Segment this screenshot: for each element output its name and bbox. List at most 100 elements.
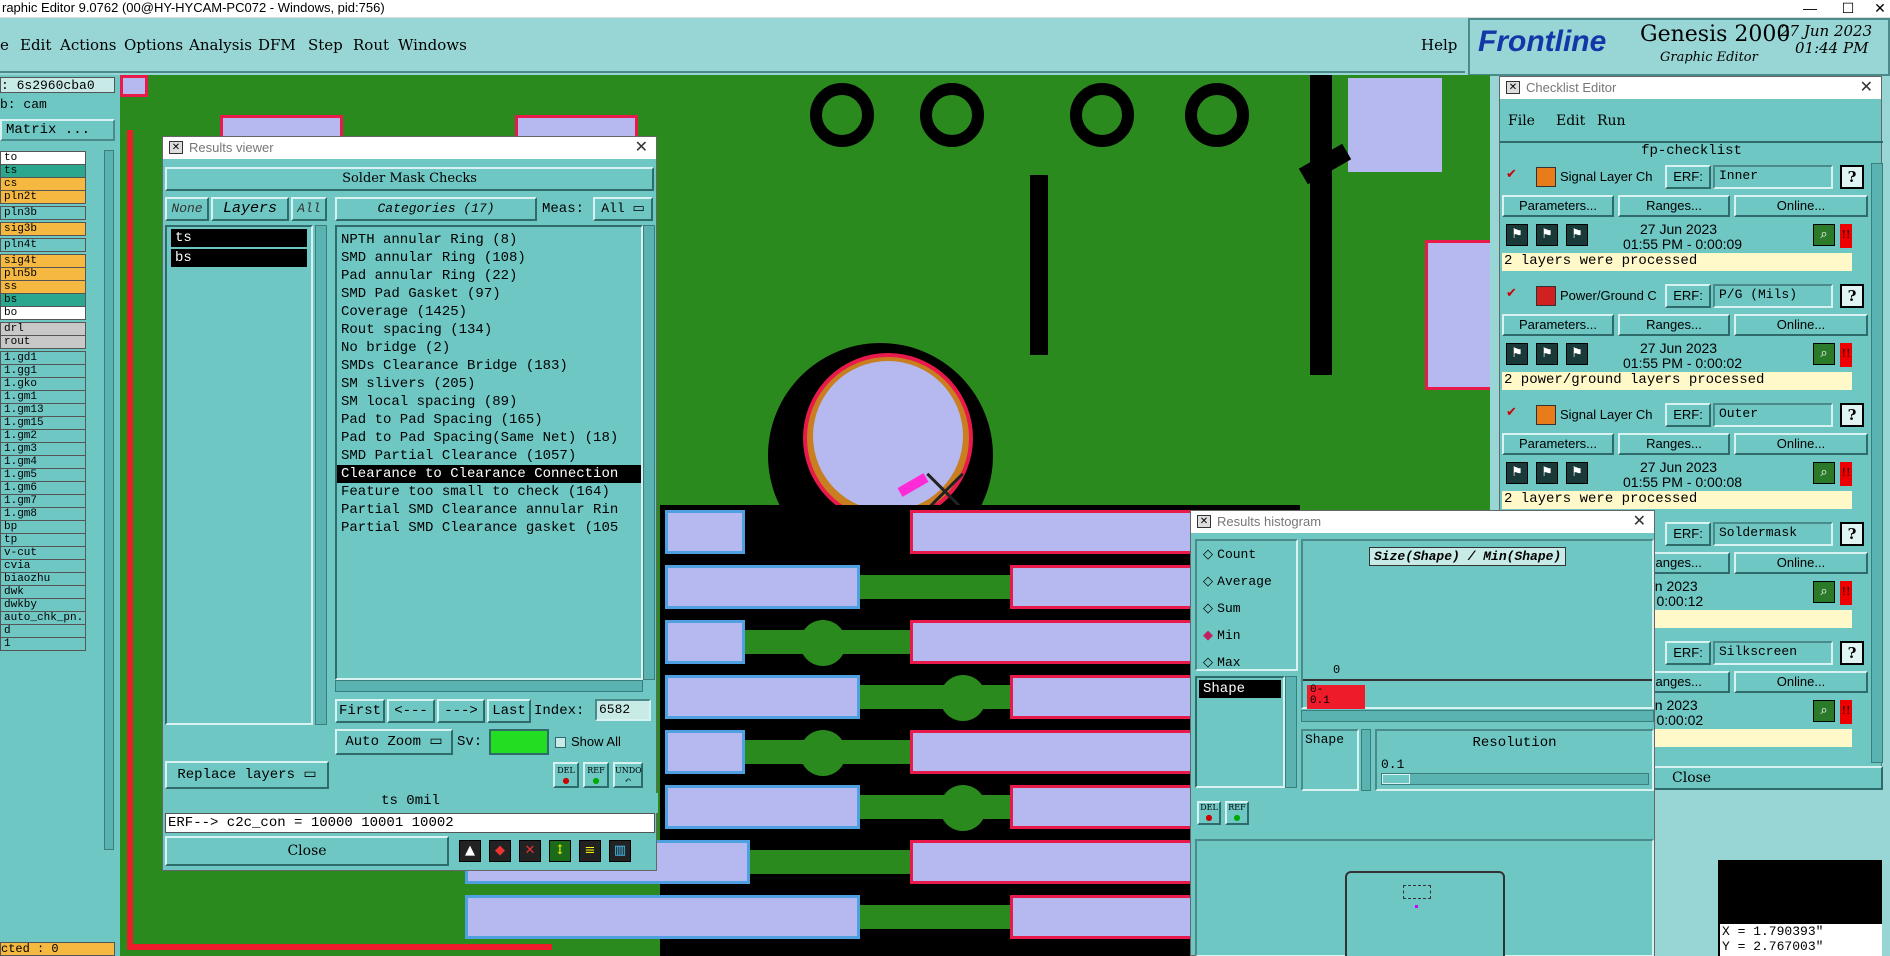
show-all-checkbox[interactable] xyxy=(555,737,566,748)
layer-scrollbar[interactable] xyxy=(104,150,114,850)
ref-button[interactable]: REF ● xyxy=(583,762,609,788)
sv-color-select[interactable] xyxy=(489,729,549,755)
layer-row[interactable]: 1.gm1 xyxy=(0,390,86,404)
count-radio[interactable]: ◇ Count xyxy=(1203,547,1256,562)
undo-button[interactable]: UNDO ↶ xyxy=(613,762,643,788)
checklist-menu-file[interactable]: File xyxy=(1508,113,1535,129)
check-icon[interactable]: ✔ xyxy=(1506,286,1517,301)
category-item[interactable]: Pad to Pad Spacing (165) xyxy=(337,411,641,429)
category-item[interactable]: SM slivers (205) xyxy=(337,375,641,393)
autozoom-dropdown[interactable]: Auto Zoom ▭ xyxy=(335,729,453,755)
minimize-button[interactable]: — xyxy=(1790,0,1830,18)
layer-row[interactable]: 1.gm13 xyxy=(0,403,86,417)
category-item[interactable]: NPTH annular Ring (8) xyxy=(337,231,641,249)
categories-vscrollbar[interactable] xyxy=(643,225,655,680)
max-radio[interactable]: ◇ Max xyxy=(1203,655,1241,670)
layers-list[interactable]: ts bs xyxy=(165,225,313,725)
category-item[interactable]: Pad annular Ring (22) xyxy=(337,267,641,285)
checklist-menu-run[interactable]: Run xyxy=(1597,113,1626,129)
group-scrollbar[interactable] xyxy=(1361,729,1371,791)
first-button[interactable]: First xyxy=(335,699,385,723)
checklist-scrollbar[interactable] xyxy=(1871,163,1883,763)
histogram-list-item[interactable]: Shape xyxy=(1199,680,1281,698)
layer-row[interactable]: d xyxy=(0,624,86,638)
layer-row[interactable]: cs xyxy=(0,177,86,191)
online-button[interactable]: Online... xyxy=(1734,552,1868,574)
category-item[interactable]: SMDs Clearance Bridge (183) xyxy=(337,357,641,375)
online-button[interactable]: Online... xyxy=(1734,195,1868,217)
zoom-icon[interactable]: ⌕ xyxy=(1813,462,1835,484)
layer-row[interactable]: 1.gm15 xyxy=(0,416,86,430)
categories-button[interactable]: Categories (17) xyxy=(335,197,537,221)
sum-radio[interactable]: ◇ Sum xyxy=(1203,601,1241,616)
layer-row[interactable]: biaozhu xyxy=(0,572,86,586)
parameters-button[interactable]: Parameters... xyxy=(1502,195,1614,217)
none-button[interactable]: None xyxy=(165,197,209,221)
menu-help[interactable]: Help xyxy=(1421,36,1457,54)
meas-dropdown[interactable]: All ▭ xyxy=(593,197,653,221)
menu-options[interactable]: Options xyxy=(124,36,183,54)
run-icon[interactable]: ⚑ xyxy=(1536,224,1558,246)
help-button[interactable]: ? xyxy=(1840,641,1864,665)
menu-dfm[interactable]: DFM xyxy=(258,36,296,54)
category-item[interactable]: SMD Partial Clearance (1057) xyxy=(337,447,641,465)
zoom-icon[interactable]: ⌕ xyxy=(1813,581,1835,603)
histogram-list[interactable]: Shape xyxy=(1195,676,1285,788)
matrix-button[interactable]: Matrix ... xyxy=(0,119,115,141)
run-icon[interactable]: ⚑ xyxy=(1506,462,1528,484)
erf-value[interactable]: P/G (Mils) xyxy=(1713,284,1833,308)
run-icon[interactable]: ⚑ xyxy=(1506,224,1528,246)
close-icon[interactable]: ✕ xyxy=(635,137,648,159)
ranges-button[interactable]: Ranges... xyxy=(1618,433,1730,455)
zoom-icon[interactable]: ⌕ xyxy=(1813,224,1835,246)
layer-row[interactable]: auto_chk_pn. xyxy=(0,611,86,625)
checklist-menu-edit[interactable]: Edit xyxy=(1556,113,1585,129)
menu-actions[interactable]: Actions xyxy=(60,36,116,54)
histogram-bin[interactable]: 0- 0.1 xyxy=(1307,685,1365,709)
window-menu-icon[interactable]: ✕ xyxy=(1197,515,1211,528)
menu-analysis[interactable]: Analysis xyxy=(189,36,252,54)
check-label[interactable]: Signal Layer Ch xyxy=(1560,169,1665,184)
alert-icon[interactable]: !! xyxy=(1840,462,1852,486)
help-button[interactable]: ? xyxy=(1840,284,1864,308)
run-icon[interactable]: ⚑ xyxy=(1566,343,1588,365)
parameters-button[interactable]: Parameters... xyxy=(1502,314,1614,336)
menu-edit[interactable]: Edit xyxy=(20,36,51,54)
erf-value[interactable]: Soldermask xyxy=(1713,522,1833,546)
layer-row[interactable]: pln5b xyxy=(0,267,86,281)
help-button[interactable]: ? xyxy=(1840,165,1864,189)
erf-button[interactable]: ERF: xyxy=(1665,522,1711,546)
alert-icon[interactable]: !! xyxy=(1840,581,1852,605)
check-label[interactable]: Power/Ground C xyxy=(1560,288,1665,303)
layer-row[interactable]: 1.gm4 xyxy=(0,455,86,469)
run-icon[interactable]: ⚑ xyxy=(1566,224,1588,246)
category-item[interactable]: SM local spacing (89) xyxy=(337,393,641,411)
alert-icon[interactable]: !! xyxy=(1840,343,1852,367)
delete-mark-icon[interactable]: ✕ xyxy=(519,840,541,862)
layer-row[interactable]: 1.gm8 xyxy=(0,507,86,521)
run-icon[interactable]: ⚑ xyxy=(1506,343,1528,365)
zoom-icon[interactable]: ⌕ xyxy=(1813,700,1835,722)
last-button[interactable]: Last xyxy=(487,699,531,723)
ranges-button[interactable]: Ranges... xyxy=(1618,195,1730,217)
category-item[interactable]: Coverage (1425) xyxy=(337,303,641,321)
close-icon[interactable]: ✕ xyxy=(1860,77,1873,99)
close-icon[interactable]: ✕ xyxy=(1633,511,1646,533)
resolution-slider[interactable] xyxy=(1381,773,1649,785)
erf-button[interactable]: ERF: xyxy=(1665,284,1711,308)
online-button[interactable]: Online... xyxy=(1734,433,1868,455)
check-icon[interactable]: ✔ xyxy=(1506,167,1517,182)
histogram-list-scrollbar[interactable] xyxy=(1285,676,1297,788)
layer-item-bs[interactable]: bs xyxy=(171,249,307,267)
category-item[interactable]: Pad to Pad Spacing(Same Net) (18) xyxy=(337,429,641,447)
erf-value[interactable]: Outer xyxy=(1713,403,1833,427)
average-radio[interactable]: ◇ Average xyxy=(1203,574,1272,589)
layer-row[interactable]: dwkby xyxy=(0,598,86,612)
close-window-button[interactable]: ✕ xyxy=(1860,0,1890,18)
min-radio[interactable]: ◆ Min xyxy=(1203,628,1241,643)
check-label[interactable]: Signal Layer Ch xyxy=(1560,407,1665,422)
histogram-hscrollbar[interactable] xyxy=(1301,710,1654,722)
prev-button[interactable]: <--- xyxy=(387,699,435,723)
layer-row[interactable]: rout xyxy=(0,335,86,349)
check-icon[interactable]: ✔ xyxy=(1506,405,1517,420)
